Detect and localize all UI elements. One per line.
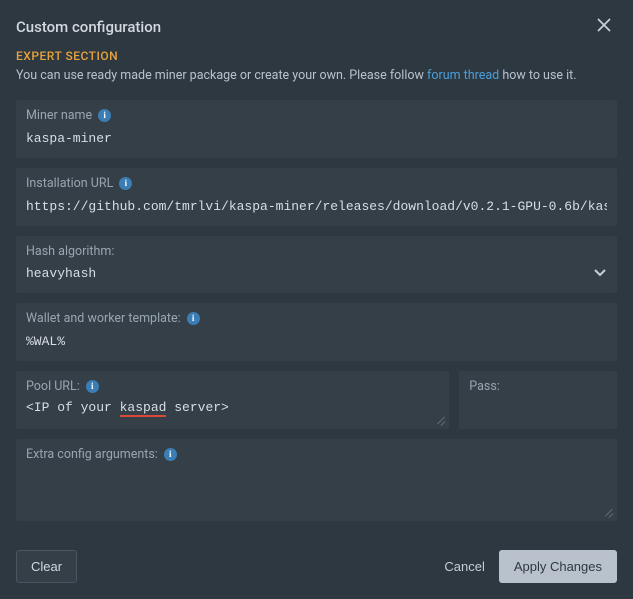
pass-group: Pass: (459, 371, 617, 429)
cancel-button[interactable]: Cancel (430, 551, 498, 582)
hash-algo-select[interactable]: heavyhash (26, 265, 607, 283)
pool-url-label-text: Pool URL: (26, 379, 80, 394)
resize-handle-icon (435, 415, 445, 425)
wallet-template-group: Wallet and worker template: i (16, 303, 617, 361)
extra-args-label: Extra config arguments: i (26, 447, 607, 462)
extra-args-group: Extra config arguments: i (16, 439, 617, 521)
custom-config-modal: Custom configuration EXPERT SECTION You … (0, 0, 633, 599)
pool-pass-row: Pool URL: i <IP of your kaspad server> P… (16, 371, 617, 429)
pool-url-underlined: kaspad (120, 400, 167, 417)
modal-footer: Clear Cancel Apply Changes (16, 536, 617, 583)
pool-url-label: Pool URL: i (26, 379, 439, 394)
pool-url-group: Pool URL: i <IP of your kaspad server> (16, 371, 449, 429)
pass-label-text: Pass: (469, 379, 500, 394)
forum-thread-link[interactable]: forum thread (427, 68, 499, 83)
hash-algo-label: Hash algorithm: (26, 244, 607, 259)
expert-section-heading: EXPERT SECTION (16, 49, 617, 63)
modal-header: Custom configuration (16, 14, 617, 49)
wallet-template-input[interactable] (26, 332, 607, 351)
info-icon[interactable]: i (119, 177, 132, 190)
miner-name-label: Miner name i (26, 108, 607, 123)
intro-text-post: how to use it. (499, 68, 576, 83)
pass-label: Pass: (469, 379, 607, 394)
miner-name-label-text: Miner name (26, 108, 92, 123)
extra-args-label-text: Extra config arguments: (26, 447, 158, 462)
install-url-input[interactable] (26, 197, 607, 216)
resize-handle-icon (603, 507, 613, 517)
wallet-template-label-text: Wallet and worker template: (26, 311, 181, 326)
pool-url-post: server> (166, 400, 228, 415)
install-url-label-text: Installation URL (26, 176, 113, 191)
miner-name-input[interactable] (26, 129, 607, 148)
info-icon[interactable]: i (98, 109, 111, 122)
apply-changes-button[interactable]: Apply Changes (499, 550, 617, 583)
intro-text-pre: You can use ready made miner package or … (16, 68, 427, 83)
pool-url-pre: <IP of your (26, 400, 120, 415)
chevron-down-icon (593, 265, 607, 283)
hash-algo-value: heavyhash (26, 266, 96, 281)
extra-args-input[interactable] (26, 468, 607, 507)
info-icon[interactable]: i (86, 380, 99, 393)
clear-button[interactable]: Clear (16, 550, 77, 583)
pass-input[interactable] (469, 400, 607, 419)
info-icon[interactable]: i (187, 312, 200, 325)
close-icon[interactable] (591, 14, 617, 39)
pool-url-input[interactable]: <IP of your kaspad server> (26, 400, 439, 415)
expert-intro: You can use ready made miner package or … (16, 67, 617, 86)
install-url-label: Installation URL i (26, 176, 607, 191)
miner-name-group: Miner name i (16, 100, 617, 158)
modal-title: Custom configuration (16, 18, 161, 36)
info-icon[interactable]: i (164, 448, 177, 461)
hash-algo-label-text: Hash algorithm: (26, 244, 114, 259)
wallet-template-label: Wallet and worker template: i (26, 311, 607, 326)
install-url-group: Installation URL i (16, 168, 617, 226)
hash-algo-group[interactable]: Hash algorithm: heavyhash (16, 236, 617, 293)
